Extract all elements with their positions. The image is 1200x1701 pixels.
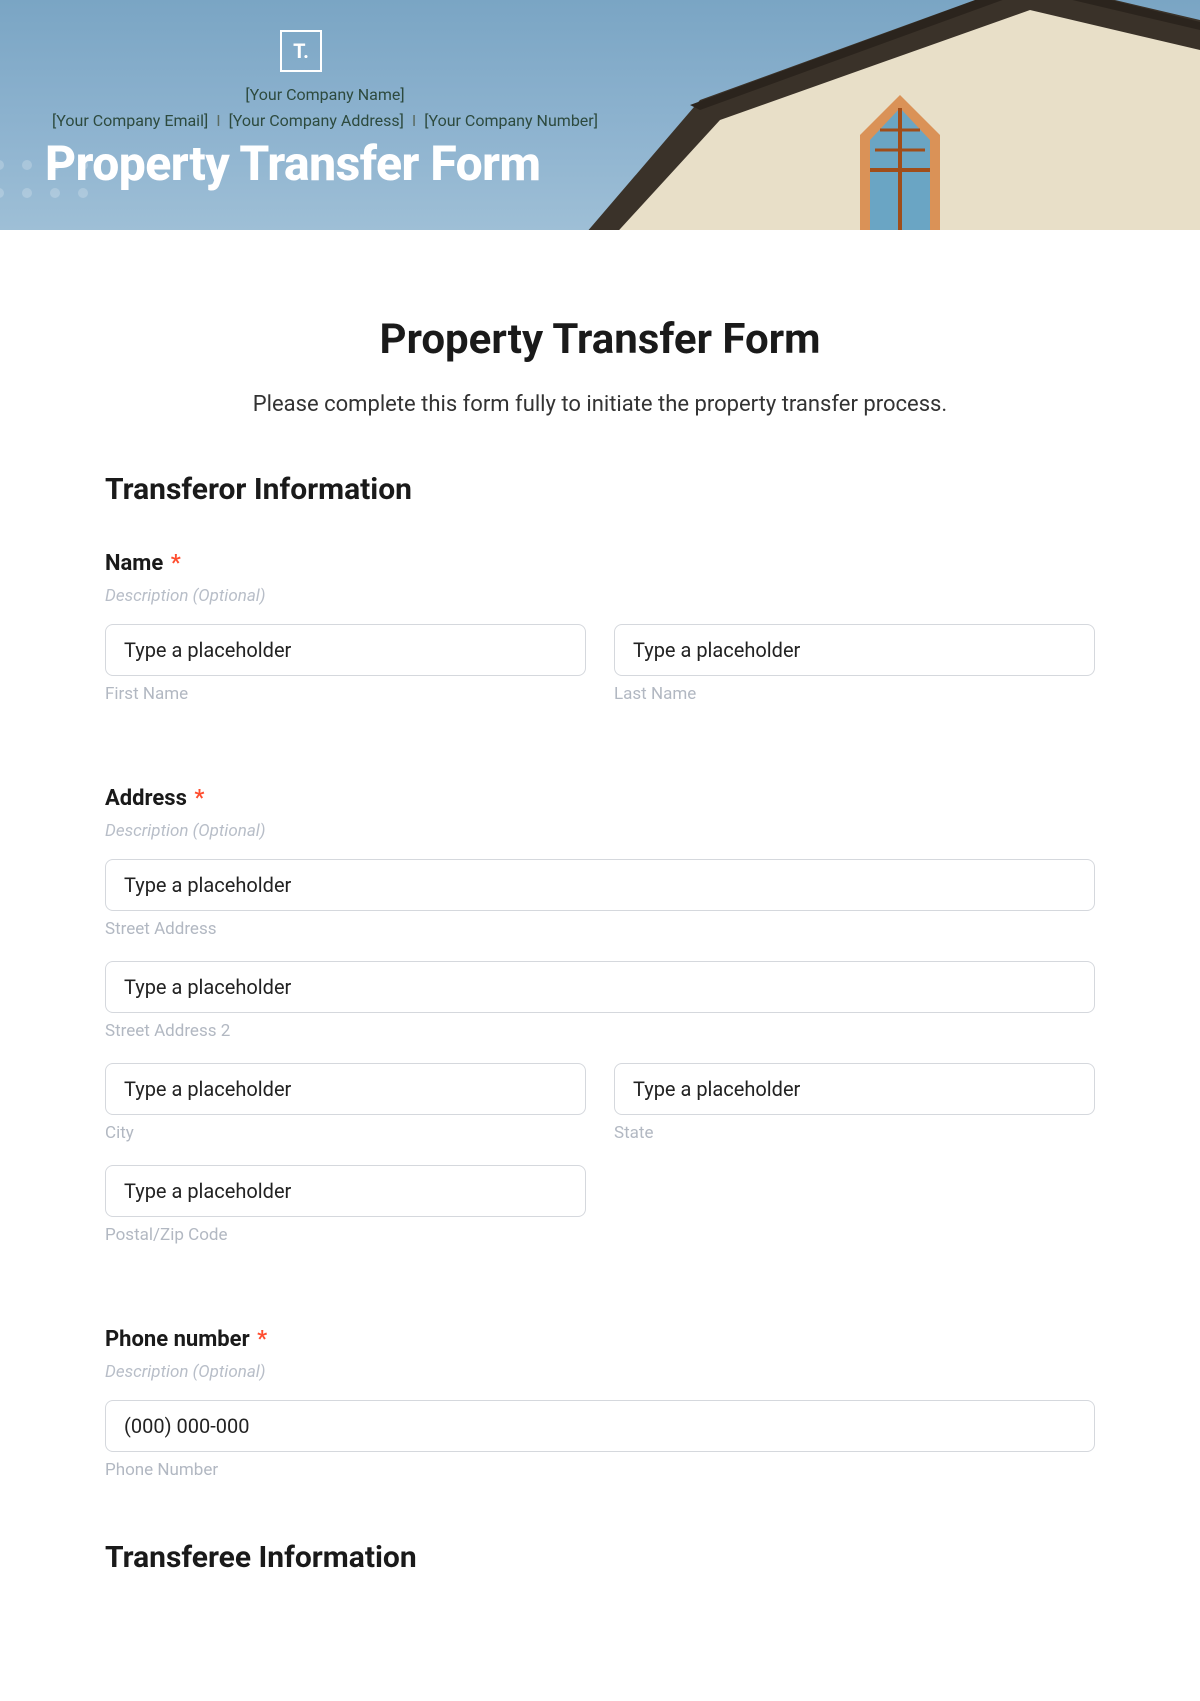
- field-description: Description (Optional): [105, 1362, 1095, 1382]
- field-label-address: Address *: [105, 786, 1095, 811]
- sublabel-first-name: First Name: [105, 684, 586, 704]
- label-text: Name: [105, 551, 163, 576]
- company-meta: [Your Company Name] [Your Company Email]…: [45, 82, 605, 133]
- required-indicator: *: [257, 1327, 267, 1352]
- sublabel-state: State: [614, 1123, 1095, 1143]
- field-label-name: Name *: [105, 551, 1095, 576]
- separator: I: [216, 108, 220, 134]
- street-address-2-input[interactable]: [105, 961, 1095, 1013]
- form-intro: Please complete this form fully to initi…: [105, 392, 1095, 417]
- sublabel-last-name: Last Name: [614, 684, 1095, 704]
- field-description: Description (Optional): [105, 586, 1095, 606]
- sublabel-phone: Phone Number: [105, 1460, 1095, 1480]
- company-number: [Your Company Number]: [424, 108, 598, 134]
- company-address: [Your Company Address]: [229, 108, 404, 134]
- label-text: Phone number: [105, 1327, 250, 1352]
- sublabel-street: Street Address: [105, 919, 1095, 939]
- page-title: Property Transfer Form: [105, 315, 1095, 364]
- required-indicator: *: [171, 551, 181, 576]
- last-name-input[interactable]: [614, 624, 1095, 676]
- city-input[interactable]: [105, 1063, 586, 1115]
- street-address-input[interactable]: [105, 859, 1095, 911]
- hero-banner: T. [Your Company Name] [Your Company Ema…: [0, 0, 1200, 230]
- logo-text: T.: [293, 39, 309, 63]
- required-indicator: *: [194, 786, 204, 811]
- section-heading-transferor: Transferor Information: [105, 472, 1095, 507]
- first-name-input[interactable]: [105, 624, 586, 676]
- field-group-address: Address * Description (Optional) Street …: [105, 786, 1095, 1267]
- separator: I: [412, 108, 416, 134]
- hero-title: Property Transfer Form: [45, 135, 541, 192]
- house-illustration: [580, 0, 1200, 230]
- company-name: [Your Company Name]: [45, 82, 605, 108]
- company-email: [Your Company Email]: [52, 108, 208, 134]
- field-description: Description (Optional): [105, 821, 1095, 841]
- state-input[interactable]: [614, 1063, 1095, 1115]
- company-logo: T.: [280, 30, 322, 72]
- form-content: Property Transfer Form Please complete t…: [0, 230, 1200, 1669]
- sublabel-postal: Postal/Zip Code: [105, 1225, 586, 1245]
- label-text: Address: [105, 786, 187, 811]
- postal-code-input[interactable]: [105, 1165, 586, 1217]
- field-group-phone: Phone number * Description (Optional) Ph…: [105, 1327, 1095, 1480]
- field-group-name: Name * Description (Optional) First Name…: [105, 551, 1095, 726]
- field-label-phone: Phone number *: [105, 1327, 1095, 1352]
- sublabel-city: City: [105, 1123, 586, 1143]
- section-heading-transferee: Transferee Information: [105, 1540, 1095, 1575]
- sublabel-street2: Street Address 2: [105, 1021, 1095, 1041]
- phone-number-input[interactable]: [105, 1400, 1095, 1452]
